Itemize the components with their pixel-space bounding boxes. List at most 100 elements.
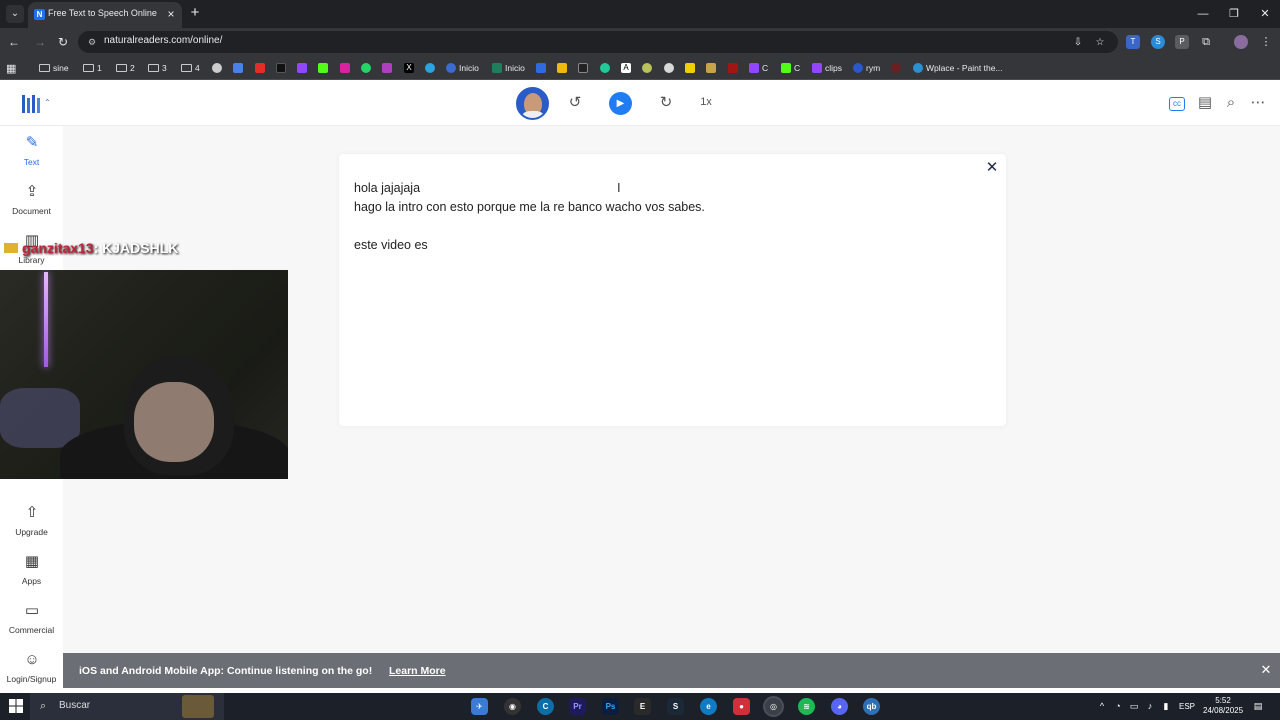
back-icon[interactable]: ← (6, 34, 22, 50)
clear-text-icon[interactable]: ✕ (983, 159, 1001, 177)
taskbar-spotify-icon[interactable]: ≋ (798, 698, 815, 715)
bookmark-x2[interactable] (578, 60, 588, 76)
speed-button[interactable]: 1x (698, 94, 714, 110)
extensions-puzzle-icon[interactable]: ⧉ (1199, 35, 1213, 49)
bookmark-a[interactable]: A (621, 60, 631, 76)
address-bar[interactable]: ⚙ naturalreaders.com/online/ ⇩ ☆ (78, 31, 1118, 53)
browser-tab[interactable]: N Free Text to Speech Online with × (28, 2, 182, 28)
clipboard-icon[interactable]: ▤ (1195, 93, 1215, 113)
bookmark-red[interactable] (728, 60, 738, 76)
window-close-icon[interactable]: ✕ (1257, 6, 1273, 22)
reload-icon[interactable]: ↻ (55, 34, 71, 50)
play-button[interactable]: ▶ (609, 92, 632, 115)
bookmark-tiktok[interactable] (276, 60, 286, 76)
translate-extension-icon[interactable]: T (1126, 35, 1140, 49)
editor-line[interactable]: hola jajajaja (354, 181, 420, 195)
sidebar-item-login[interactable]: ☺ Login/Signup (0, 650, 63, 694)
taskbar-chrome-icon[interactable]: ◎ (765, 698, 782, 715)
bookmark-crown[interactable] (706, 60, 716, 76)
tab-close-icon[interactable]: × (164, 7, 178, 21)
search-icon[interactable]: ⌕ (1221, 93, 1241, 113)
minimize-icon[interactable]: — (1195, 6, 1211, 22)
bookmark-folder-2[interactable]: 2 (116, 60, 135, 76)
tray-clock[interactable]: 5:52 24/08/2025 (1203, 696, 1243, 716)
bookmark-binance[interactable] (557, 60, 567, 76)
sidebar-item-apps[interactable]: ▦ Apps (0, 552, 63, 596)
tray-language[interactable]: ESP (1179, 702, 1195, 711)
sidebar-item-upgrade[interactable]: ⇧ Upgrade (0, 503, 63, 547)
bookmark-youtube[interactable] (255, 60, 265, 76)
tray-network-icon[interactable]: ▭ (1128, 700, 1140, 712)
url-text[interactable]: naturalreaders.com/online/ (104, 35, 222, 49)
taskbar-search[interactable]: ⌕ Buscar (30, 693, 224, 720)
bookmark-folder-3[interactable]: 3 (148, 60, 167, 76)
browser-menu-icon[interactable]: ⋮ (1259, 35, 1273, 49)
taskbar-epic-icon[interactable]: E (634, 698, 651, 715)
bookmark-kick-alt[interactable] (382, 60, 392, 76)
profile-avatar-icon[interactable] (1234, 35, 1248, 49)
captions-icon[interactable]: cc (1169, 97, 1185, 111)
bookmark-folder-1[interactable]: 1 (83, 60, 102, 76)
voice-avatar[interactable] (516, 87, 549, 120)
new-tab-button[interactable]: + (188, 5, 202, 21)
bookmark-twitch[interactable] (297, 60, 307, 76)
bookmark-kick[interactable] (318, 60, 328, 76)
bookmark-folder-4[interactable]: 4 (181, 60, 200, 76)
bookmark-link[interactable] (536, 60, 546, 76)
chevron-up-icon[interactable]: ⌃ (44, 98, 51, 107)
tab-search-button[interactable]: ⌄ (6, 5, 24, 23)
bookmark-inicio-2[interactable]: Inicio (492, 60, 525, 76)
bookmark-x[interactable]: X (404, 60, 414, 76)
bookmark-green[interactable] (600, 60, 610, 76)
taskbar-app-icon[interactable]: ✈ (471, 698, 488, 715)
taskbar-qbittorrent-icon[interactable]: qb (863, 698, 880, 715)
forward-skip-icon[interactable]: ↻ (656, 93, 676, 113)
bookmark-chatgpt[interactable] (212, 60, 222, 76)
rewind-icon[interactable]: ↺ (565, 93, 585, 113)
bookmark-telegram[interactable] (425, 60, 435, 76)
notifications-icon[interactable]: ▤ (1252, 700, 1264, 712)
install-app-icon[interactable]: ⇩ (1071, 36, 1085, 50)
bookmark-dark[interactable] (891, 60, 901, 76)
learn-more-link[interactable]: Learn More (389, 665, 446, 677)
taskbar-capcut-icon[interactable]: C (537, 698, 554, 715)
bookmark-star-icon[interactable]: ☆ (1093, 36, 1107, 50)
bookmark-oval[interactable] (642, 60, 652, 76)
bookmark-wplace[interactable]: Wplace - Paint the... (913, 60, 1003, 76)
sidebar-item-document[interactable]: ⇪ Document (0, 182, 63, 226)
tray-chevron-up-icon[interactable]: ^ (1096, 700, 1108, 712)
more-options-icon[interactable]: ⋯ (1248, 93, 1268, 113)
p-extension-icon[interactable]: P (1175, 35, 1189, 49)
taskbar-steam-icon[interactable]: S (667, 698, 684, 715)
taskbar-app-red-icon[interactable]: ● (733, 698, 750, 715)
taskbar-edge-icon[interactable]: e (700, 698, 717, 715)
restore-icon[interactable]: ❐ (1226, 6, 1242, 22)
taskbar-discord-icon[interactable]: ◕ (831, 698, 848, 715)
taskbar-premiere-icon[interactable]: Pr (569, 698, 586, 715)
bookmark-b[interactable] (685, 60, 695, 76)
editor-line[interactable]: este video es (354, 238, 428, 252)
tray-discord-icon[interactable]: ◔ (1112, 700, 1124, 712)
bookmark-translate[interactable] (233, 60, 243, 76)
apps-grid-icon[interactable]: ▦ (6, 60, 16, 76)
bookmark-clips[interactable]: clips (812, 60, 842, 76)
forward-icon[interactable]: → (32, 34, 48, 50)
bookmark-whatsapp[interactable] (361, 60, 371, 76)
bookmark-circle[interactable] (664, 60, 674, 76)
bookmark-c-2[interactable]: C (781, 60, 800, 76)
taskbar-photoshop-icon[interactable]: Ps (602, 698, 619, 715)
banner-close-icon[interactable]: ✕ (1259, 663, 1273, 677)
windows-start-icon[interactable] (8, 698, 24, 714)
bookmark-inicio-1[interactable]: Inicio (446, 60, 479, 76)
editor-line[interactable]: hago la intro con esto porque me la re b… (354, 200, 705, 214)
naturalreaders-logo-icon[interactable] (22, 93, 46, 115)
site-info-icon[interactable]: ⚙ (86, 36, 98, 48)
sidebar-item-commercial[interactable]: ▭ Commercial (0, 601, 63, 645)
extension-icon[interactable]: S (1151, 35, 1165, 49)
taskbar-obs-icon[interactable]: ◉ (504, 698, 521, 715)
sidebar-item-text[interactable]: ✎ Text (0, 133, 63, 177)
tray-volume-icon[interactable]: ♪ (1144, 700, 1156, 712)
tray-battery-icon[interactable]: ▮ (1160, 700, 1172, 712)
bookmark-rym[interactable]: rym (853, 60, 880, 76)
bookmark-instagram[interactable] (340, 60, 350, 76)
